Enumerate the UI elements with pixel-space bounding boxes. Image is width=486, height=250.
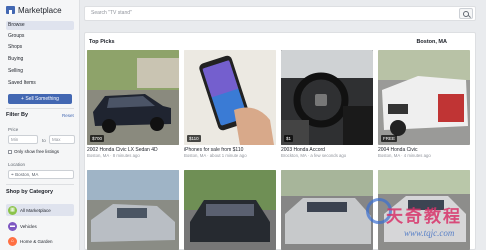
listing-card[interactable]: $700 2002 Honda Civic LX Sedan 4D Boston… xyxy=(87,50,179,158)
free-only-checkbox[interactable] xyxy=(8,149,12,154)
nav-item-groups[interactable]: Groups xyxy=(6,32,74,41)
location-pin-icon: ⌖ xyxy=(11,172,14,178)
location-value: Boston, MA xyxy=(15,172,39,177)
listing-card[interactable] xyxy=(281,170,373,250)
panel-location[interactable]: Boston, MA xyxy=(416,39,447,45)
price-max-field[interactable]: Max xyxy=(49,135,75,144)
reset-link[interactable]: Reset xyxy=(62,113,74,118)
category-label: Vehicles xyxy=(20,223,37,229)
search-bar[interactable]: Search "TV stand" xyxy=(84,6,476,21)
sell-something-button[interactable]: + Sell Something xyxy=(8,94,72,104)
listing-card[interactable] xyxy=(184,170,276,250)
listing-photo[interactable]: $110 xyxy=(184,50,276,145)
marketplace-app: Marketplace Browse Groups Shops Buying S… xyxy=(0,0,486,250)
brand[interactable]: Marketplace xyxy=(6,4,62,16)
listing-meta: Brockton, MA · a few seconds ago xyxy=(281,153,347,158)
filter-heading: Filter By xyxy=(6,112,29,118)
listing-photo[interactable] xyxy=(87,170,179,250)
price-badge: $700 xyxy=(90,135,105,142)
price-to-label: to xyxy=(42,138,46,143)
location-field[interactable]: ⌖ Boston, MA xyxy=(8,170,74,179)
listing-photo[interactable]: FREE xyxy=(378,50,470,145)
nav-item-buying[interactable]: Buying xyxy=(6,55,74,64)
listing-card[interactable] xyxy=(87,170,179,250)
listing-card[interactable]: $110 iPhones for sale from $110 Boston, … xyxy=(184,50,276,158)
store-icon: ▦ xyxy=(8,205,17,215)
panel-title: Top Picks xyxy=(89,39,115,45)
nav-item-selling[interactable]: Selling xyxy=(6,67,74,76)
sidebar: Marketplace Browse Groups Shops Buying S… xyxy=(0,0,80,250)
category-heading: Shop by Category xyxy=(6,189,54,195)
watermark-text: 天奇教程 xyxy=(386,207,462,227)
watermark: 天奇教程 www.tqjc.com xyxy=(364,196,484,248)
category-label: All Marketplace xyxy=(20,207,51,213)
search-icon[interactable] xyxy=(459,8,473,19)
divider xyxy=(6,108,74,109)
listing-meta: Boston, MA · 4 minutes ago xyxy=(378,153,431,158)
divider xyxy=(6,184,74,185)
location-label: Location xyxy=(8,162,26,167)
category-home-garden[interactable]: ⌂ Home & Garden xyxy=(6,235,74,247)
listing-photo[interactable]: $1 xyxy=(281,50,373,145)
free-only-row[interactable]: Only show free listings xyxy=(8,149,59,154)
price-badge: FREE xyxy=(381,135,398,142)
listing-card[interactable]: FREE 2004 Honda Civic Boston, MA · 4 min… xyxy=(378,50,470,158)
brand-title: Marketplace xyxy=(18,5,62,15)
price-min-field[interactable]: Min xyxy=(8,135,38,144)
nav-item-shops[interactable]: Shops xyxy=(6,43,74,52)
price-badge: $110 xyxy=(187,135,201,142)
marketplace-icon xyxy=(6,6,15,14)
search-input[interactable]: Search "TV stand" xyxy=(91,7,132,20)
nav-item-browse[interactable]: Browse xyxy=(6,21,74,30)
home-icon: ⌂ xyxy=(8,236,17,246)
free-only-label: Only show free listings xyxy=(14,149,60,154)
watermark-url: www.tqjc.com xyxy=(404,228,455,238)
listing-photo[interactable] xyxy=(281,170,373,250)
category-label: Home & Garden xyxy=(20,238,53,244)
listing-meta: Boston, MA · 8 minutes ago xyxy=(87,153,140,158)
category-all-marketplace[interactable]: ▦ All Marketplace xyxy=(6,204,74,216)
car-icon: ▬ xyxy=(8,221,17,231)
listing-meta: Boston, MA · about 1 minute ago xyxy=(184,153,247,158)
listing-photo[interactable] xyxy=(184,170,276,250)
listing-photo[interactable]: $700 xyxy=(87,50,179,145)
price-label: Price xyxy=(8,127,19,132)
category-vehicles[interactable]: ▬ Vehicles xyxy=(6,220,74,232)
listing-card[interactable]: $1 2003 Honda Accord Brockton, MA · a fe… xyxy=(281,50,373,158)
price-badge: $1 xyxy=(284,135,294,142)
nav-item-saved-items[interactable]: Saved Items xyxy=(6,79,74,88)
